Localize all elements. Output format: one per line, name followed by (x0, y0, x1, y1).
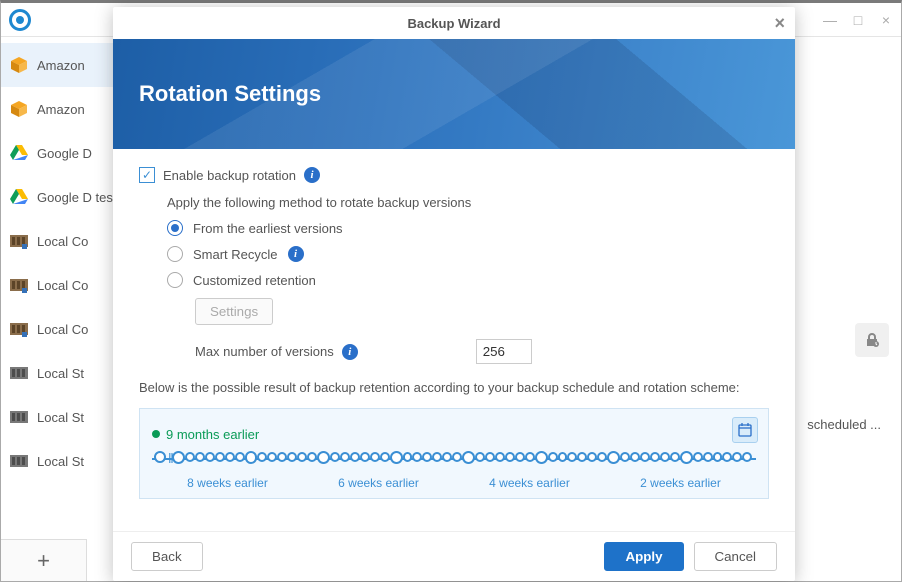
sidebar-item-label: Google D (37, 146, 92, 161)
settings-button: Settings (195, 298, 273, 325)
scheduled-text: scheduled ... (807, 417, 881, 432)
cancel-button[interactable]: Cancel (694, 542, 778, 571)
info-icon[interactable]: i (288, 246, 304, 262)
sidebar-item-label: Local Co (37, 234, 88, 249)
radio-earliest[interactable] (167, 220, 183, 236)
sidebar-item-label: Local Co (37, 278, 88, 293)
window-controls: — □ × (823, 13, 893, 27)
earliest-label: 9 months earlier (166, 427, 259, 442)
radio-custom[interactable] (167, 272, 183, 288)
minimize-icon[interactable]: — (823, 13, 837, 27)
storage-icon (9, 407, 29, 427)
radio-earliest-label: From the earliest versions (193, 221, 343, 236)
sidebar-item-amazon-1[interactable]: Amazon (1, 43, 115, 87)
sidebar-item-local-st-2[interactable]: Local St (1, 395, 115, 439)
timeline-ticks: 8 weeks earlier 6 weeks earlier 4 weeks … (152, 476, 756, 490)
drive-icon (9, 187, 29, 207)
maximize-icon[interactable]: □ (851, 13, 865, 27)
sidebar-item-local-co-3[interactable]: Local Co (1, 307, 115, 351)
box-icon (9, 99, 29, 119)
radio-smart[interactable] (167, 246, 183, 262)
sidebar-item-local-st-1[interactable]: Local St (1, 351, 115, 395)
tick-label: 2 weeks earlier (605, 476, 756, 490)
dialog-titlebar: Backup Wizard × (113, 7, 795, 39)
add-button[interactable]: + (1, 539, 87, 581)
sidebar-item-label: Local Co (37, 322, 88, 337)
sidebar: Amazon Amazon Google D Google D test Loc… (1, 37, 116, 581)
dialog-content: ✓ Enable backup rotation i Apply the fol… (113, 149, 795, 531)
close-icon[interactable]: × (879, 13, 893, 27)
sidebar-item-label: Local St (37, 410, 84, 425)
app-logo-icon (9, 9, 31, 31)
dialog-title: Backup Wizard (407, 16, 500, 31)
back-button[interactable]: Back (131, 542, 203, 571)
sidebar-item-label: Local St (37, 366, 84, 381)
sidebar-item-local-co-1[interactable]: Local Co (1, 219, 115, 263)
dialog-footer: Back Apply Cancel (113, 531, 795, 581)
sidebar-item-label: Amazon (37, 58, 85, 73)
tick-label: 4 weeks earlier (454, 476, 605, 490)
radio-custom-label: Customized retention (193, 273, 316, 288)
info-icon[interactable]: i (304, 167, 320, 183)
result-description: Below is the possible result of backup r… (139, 378, 769, 398)
drive-icon (9, 143, 29, 163)
sidebar-item-label: Amazon (37, 102, 85, 117)
sidebar-item-label: Local St (37, 454, 84, 469)
lock-icon (864, 332, 880, 348)
storage-icon (9, 363, 29, 383)
enable-rotation-checkbox[interactable]: ✓ (139, 167, 155, 183)
max-versions-input[interactable] (476, 339, 532, 364)
lock-button[interactable] (855, 323, 889, 357)
apply-button[interactable]: Apply (604, 542, 683, 571)
storage-icon (9, 275, 29, 295)
storage-icon (9, 319, 29, 339)
banner-title: Rotation Settings (139, 81, 321, 107)
sidebar-item-local-co-2[interactable]: Local Co (1, 263, 115, 307)
calendar-icon[interactable] (732, 417, 758, 443)
backup-wizard-dialog: Backup Wizard × Rotation Settings ✓ Enab… (113, 7, 795, 581)
sidebar-item-local-st-3[interactable]: Local St (1, 439, 115, 483)
sidebar-item-label: Google D test (37, 190, 116, 205)
storage-icon (9, 231, 29, 251)
box-icon (9, 55, 29, 75)
radio-smart-label: Smart Recycle (193, 247, 278, 262)
apply-method-text: Apply the following method to rotate bac… (167, 195, 769, 210)
timeline-track: ‖ (152, 448, 756, 470)
earliest-dot-icon (152, 430, 160, 438)
tick-label: 6 weeks earlier (303, 476, 454, 490)
retention-timeline: 9 months earlier ‖ 8 weeks earlier 6 wee… (139, 408, 769, 499)
dialog-banner: Rotation Settings (113, 39, 795, 149)
close-icon[interactable]: × (774, 13, 785, 34)
tick-label: 8 weeks earlier (152, 476, 303, 490)
sidebar-item-google-2[interactable]: Google D test (1, 175, 115, 219)
enable-rotation-label: Enable backup rotation (163, 168, 296, 183)
sidebar-item-amazon-2[interactable]: Amazon (1, 87, 115, 131)
sidebar-item-google-1[interactable]: Google D (1, 131, 115, 175)
max-versions-label: Max number of versions (195, 344, 334, 359)
storage-icon (9, 451, 29, 471)
info-icon[interactable]: i (342, 344, 358, 360)
